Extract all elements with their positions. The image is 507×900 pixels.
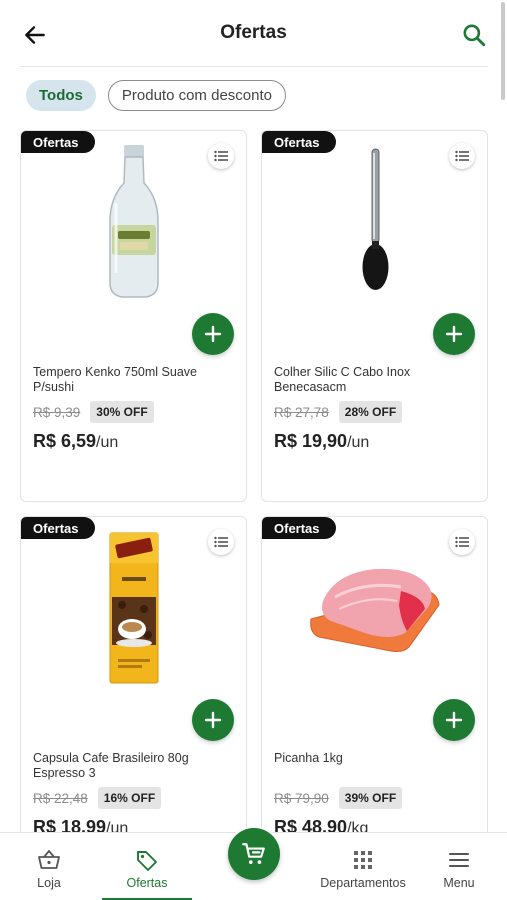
- back-button[interactable]: [22, 22, 48, 48]
- price-unit: /un: [96, 434, 119, 451]
- tag-icon: [137, 851, 157, 871]
- spoon-image: [355, 143, 395, 298]
- product-card[interactable]: Ofertas Tempero Kenko 750ml Suave P/sush…: [20, 130, 247, 502]
- offer-tag: Ofertas: [21, 131, 95, 153]
- add-to-cart-button[interactable]: [433, 313, 475, 355]
- offer-tag: Ofertas: [262, 517, 336, 539]
- nav-label: Ofertas: [126, 876, 168, 890]
- discount-badge: 39% OFF: [338, 787, 403, 809]
- add-to-list-button[interactable]: [208, 143, 234, 169]
- add-to-list-button[interactable]: [208, 529, 234, 555]
- basket-icon: [38, 850, 60, 869]
- list-icon: [214, 536, 228, 548]
- price-row: R$ 22,48 16% OFF: [33, 787, 162, 809]
- old-price: R$ 79,90: [274, 790, 329, 806]
- nav-label: Menu: [443, 876, 475, 890]
- product-card[interactable]: Ofertas Colher Silic C Cabo Inox Benecas…: [261, 130, 488, 502]
- chip-produto-com-desconto[interactable]: Produto com desconto: [107, 80, 286, 111]
- header-divider: [20, 66, 488, 67]
- offer-tag: Ofertas: [262, 131, 336, 153]
- add-to-cart-button[interactable]: [192, 699, 234, 741]
- add-to-cart-button[interactable]: [192, 313, 234, 355]
- plus-icon: [445, 325, 463, 343]
- scrollbar[interactable]: [501, 2, 505, 100]
- top-bar: Ofertas: [0, 0, 507, 68]
- discount-badge: 28% OFF: [338, 401, 403, 423]
- chip-todos[interactable]: Todos: [26, 80, 96, 111]
- plus-icon: [204, 325, 222, 343]
- list-icon: [214, 150, 228, 162]
- nav-item-departamentos[interactable]: Departamentos: [318, 833, 408, 900]
- grid-icon: [354, 851, 372, 869]
- price-value: R$ 19,90: [274, 431, 348, 451]
- list-icon: [455, 150, 469, 162]
- product-name: Capsula Cafe Brasileiro 80g Espresso 3: [33, 751, 189, 780]
- nav-item-ofertas[interactable]: Ofertas: [102, 833, 192, 900]
- menu-icon: [449, 853, 469, 867]
- add-to-list-button[interactable]: [449, 143, 475, 169]
- search-button[interactable]: [461, 22, 487, 48]
- old-price: R$ 9,39: [33, 404, 81, 420]
- plus-icon: [204, 711, 222, 729]
- nav-label: Loja: [37, 876, 61, 890]
- nav-item-menu[interactable]: Menu: [426, 833, 492, 900]
- product-name: Tempero Kenko 750ml Suave P/sushi: [33, 365, 197, 394]
- nav-label: Departamentos: [320, 876, 406, 890]
- price-row: R$ 79,90 39% OFF: [274, 787, 403, 809]
- price-unit: /un: [347, 434, 370, 451]
- cart-icon: [242, 843, 265, 864]
- page-title: Ofertas: [220, 22, 287, 43]
- cart-button[interactable]: [228, 828, 280, 880]
- discount-badge: 30% OFF: [90, 401, 154, 423]
- list-icon: [455, 536, 469, 548]
- old-price: R$ 27,78: [274, 404, 329, 420]
- search-icon: [463, 24, 486, 47]
- product-name: Colher Silic C Cabo Inox Benecasacm: [274, 365, 411, 394]
- meat-image: [305, 561, 445, 662]
- add-to-cart-button[interactable]: [433, 699, 475, 741]
- product-name: Picanha 1kg: [274, 751, 343, 765]
- price-row: R$ 9,39 30% OFF: [33, 401, 154, 423]
- price-row: R$ 27,78 28% OFF: [274, 401, 403, 423]
- arrow-left-icon: [25, 26, 45, 44]
- price-value: R$ 6,59: [33, 431, 97, 451]
- nav-item-loja[interactable]: Loja: [12, 833, 86, 900]
- current-price: R$ 19,90/un: [274, 431, 369, 452]
- discount-badge: 16% OFF: [97, 787, 162, 809]
- old-price: R$ 22,48: [33, 790, 88, 806]
- add-to-list-button[interactable]: [449, 529, 475, 555]
- coffee-box-image: [108, 531, 160, 690]
- current-price: R$ 6,59/un: [33, 431, 118, 452]
- filter-chips: Todos Produto com desconto: [26, 80, 286, 111]
- offer-tag: Ofertas: [21, 517, 95, 539]
- bottle-image: [104, 143, 164, 306]
- plus-icon: [445, 711, 463, 729]
